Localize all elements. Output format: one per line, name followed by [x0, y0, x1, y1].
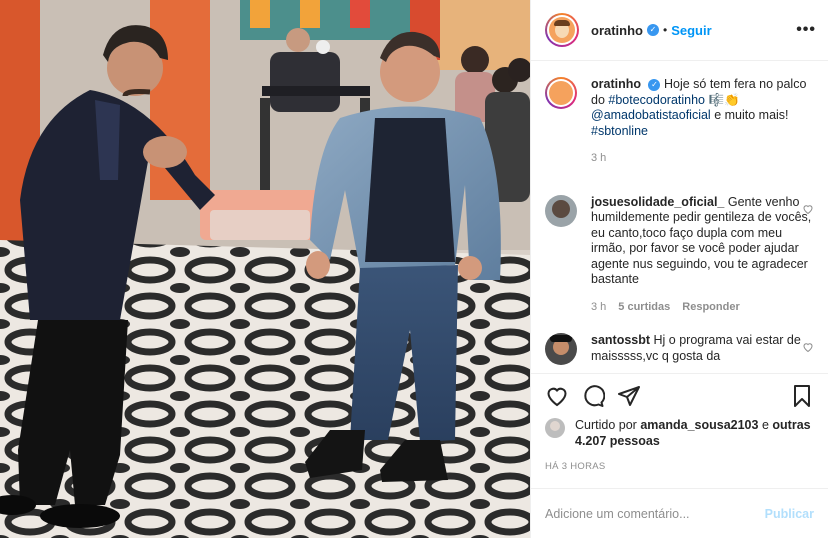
- caption-meta: 3 h: [591, 151, 814, 167]
- publish-button[interactable]: Publicar: [765, 507, 814, 521]
- profile-avatar[interactable]: [545, 13, 579, 47]
- caption-verified-badge-icon: ✓: [648, 78, 661, 91]
- comment-body: santossbt Hj o programa vai estar de mai…: [591, 333, 814, 365]
- avatar-ring: [547, 15, 577, 45]
- caption-emojis: 🎼👏: [708, 92, 740, 107]
- comment-time[interactable]: 3 h: [591, 300, 606, 316]
- comment-bubble-icon[interactable]: [581, 384, 605, 408]
- comment-avatar-hat: [550, 335, 572, 342]
- like-comment-heart-icon[interactable]: [802, 341, 814, 353]
- add-comment-bar: Publicar: [531, 488, 828, 538]
- more-options-icon[interactable]: •••: [796, 21, 816, 39]
- comment-input[interactable]: [545, 506, 765, 521]
- post-timestamp[interactable]: HÁ 3 HORAS: [531, 449, 828, 472]
- comment-meta: 3 h 5 curtidas Responder: [591, 300, 814, 316]
- post-image: [0, 0, 530, 538]
- comments-list[interactable]: oratinho ✓ Hoje só tem fera no palco do …: [531, 61, 828, 373]
- caption-time[interactable]: 3 h: [591, 151, 606, 167]
- likes-summary: Curtido por amanda_sousa2103 e outras 4.…: [531, 417, 828, 449]
- like-comment-heart-icon[interactable]: [802, 203, 814, 215]
- caption-avatar[interactable]: [545, 77, 577, 109]
- instagram-post: oratinho ✓ • Seguir ••• oratinho ✓ Hoje …: [0, 0, 828, 538]
- likes-user[interactable]: amanda_sousa2103: [640, 418, 758, 432]
- likes-prefix: Curtido por: [575, 418, 637, 432]
- caption-hashtag-1[interactable]: #botecodoratinho: [608, 93, 705, 107]
- header-separator: •: [663, 23, 668, 37]
- caption-avatar-image: [549, 81, 573, 105]
- save-bookmark-icon[interactable]: [790, 384, 814, 408]
- caption-username[interactable]: oratinho: [591, 77, 641, 91]
- comment-body: josuesolidade_oficial_ Gente venho humil…: [591, 195, 814, 316]
- like-heart-icon[interactable]: [545, 384, 569, 408]
- follow-button[interactable]: Seguir: [671, 23, 711, 38]
- avatar-image: [549, 17, 575, 43]
- action-bar: [531, 373, 828, 417]
- likes-text: Curtido por amanda_sousa2103 e outras 4.…: [575, 417, 814, 449]
- caption: oratinho ✓ Hoje só tem fera no palco do …: [545, 77, 814, 167]
- caption-body: oratinho ✓ Hoje só tem fera no palco do …: [591, 77, 814, 167]
- comment-avatar[interactable]: [545, 333, 577, 365]
- post-side-panel: oratinho ✓ • Seguir ••• oratinho ✓ Hoje …: [530, 0, 828, 538]
- comment-avatar[interactable]: [545, 194, 577, 227]
- comment-avatar-image: [552, 199, 570, 218]
- comment-item: josuesolidade_oficial_ Gente venho humil…: [545, 194, 814, 316]
- liker-avatar[interactable]: [545, 418, 565, 438]
- caption-mention[interactable]: @amadobatistaoficial: [591, 108, 711, 122]
- caption-hashtag-2[interactable]: #sbtonline: [591, 124, 648, 138]
- comment-likes-count[interactable]: 5 curtidas: [618, 300, 670, 316]
- share-paper-plane-icon[interactable]: [617, 384, 641, 408]
- comment-item: santossbt Hj o programa vai estar de mai…: [545, 333, 814, 365]
- verified-badge-icon: ✓: [647, 24, 659, 36]
- caption-text-2: e muito mais!: [714, 108, 789, 122]
- liker-avatar-image: [550, 421, 560, 431]
- reply-button[interactable]: Responder: [682, 300, 739, 316]
- likes-connector: e: [761, 418, 769, 432]
- comment-username[interactable]: santossbt: [591, 333, 650, 347]
- comment-username[interactable]: josuesolidade_oficial_: [591, 195, 724, 209]
- caption-avatar-ring: [547, 79, 575, 107]
- post-header: oratinho ✓ • Seguir •••: [531, 0, 828, 61]
- header-username[interactable]: oratinho: [591, 23, 643, 38]
- post-photo[interactable]: [0, 0, 530, 538]
